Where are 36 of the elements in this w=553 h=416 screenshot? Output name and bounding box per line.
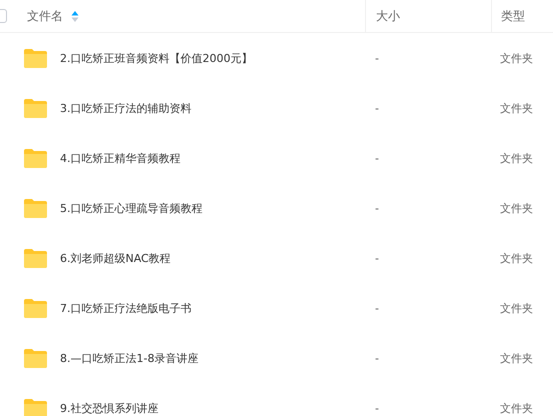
folder-icon bbox=[23, 248, 48, 268]
file-type: 文件夹 bbox=[500, 100, 533, 116]
folder-icon bbox=[23, 348, 48, 368]
folder-icon bbox=[23, 398, 48, 416]
folder-icon bbox=[23, 98, 48, 118]
file-name[interactable]: 4.口吃矫正精华音频教程 bbox=[60, 150, 180, 166]
file-size: - bbox=[375, 202, 379, 214]
file-name[interactable]: 3.口吃矫正疗法的辅助资料 bbox=[60, 100, 192, 116]
file-size: - bbox=[375, 152, 379, 164]
file-size: - bbox=[375, 352, 379, 364]
file-name[interactable]: 9.社交恐惧系列讲座 bbox=[60, 400, 158, 416]
file-size: - bbox=[375, 52, 379, 64]
file-size: - bbox=[375, 402, 379, 414]
file-type: 文件夹 bbox=[500, 200, 533, 216]
folder-icon bbox=[23, 48, 48, 68]
file-type: 文件夹 bbox=[500, 250, 533, 266]
file-type: 文件夹 bbox=[500, 50, 533, 66]
file-name[interactable]: 2.口吃矫正班音频资料【价值2000元】 bbox=[60, 50, 252, 66]
folder-icon bbox=[23, 298, 48, 318]
file-name[interactable]: 7.口吃矫正疗法绝版电子书 bbox=[60, 300, 192, 316]
file-type: 文件夹 bbox=[500, 350, 533, 366]
file-type: 文件夹 bbox=[500, 400, 533, 416]
file-name[interactable]: 5.口吃矫正心理疏导音频教程 bbox=[60, 200, 202, 216]
column-header[interactable]: 大小 bbox=[376, 8, 400, 24]
file-size: - bbox=[375, 102, 379, 114]
file-type: 文件夹 bbox=[500, 300, 533, 316]
file-size: - bbox=[375, 252, 379, 264]
file-name[interactable]: 6.刘老师超级NAC教程 bbox=[60, 250, 171, 266]
folder-icon bbox=[23, 198, 48, 218]
column-header[interactable]: 文件名 bbox=[27, 8, 63, 24]
file-name[interactable]: 8.—口吃矫正法1-8录音讲座 bbox=[60, 350, 198, 366]
sort-icon[interactable] bbox=[71, 10, 79, 22]
column-header[interactable]: 类型 bbox=[501, 8, 525, 24]
folder-icon bbox=[23, 148, 48, 168]
file-size: - bbox=[375, 302, 379, 314]
file-type: 文件夹 bbox=[500, 150, 533, 166]
